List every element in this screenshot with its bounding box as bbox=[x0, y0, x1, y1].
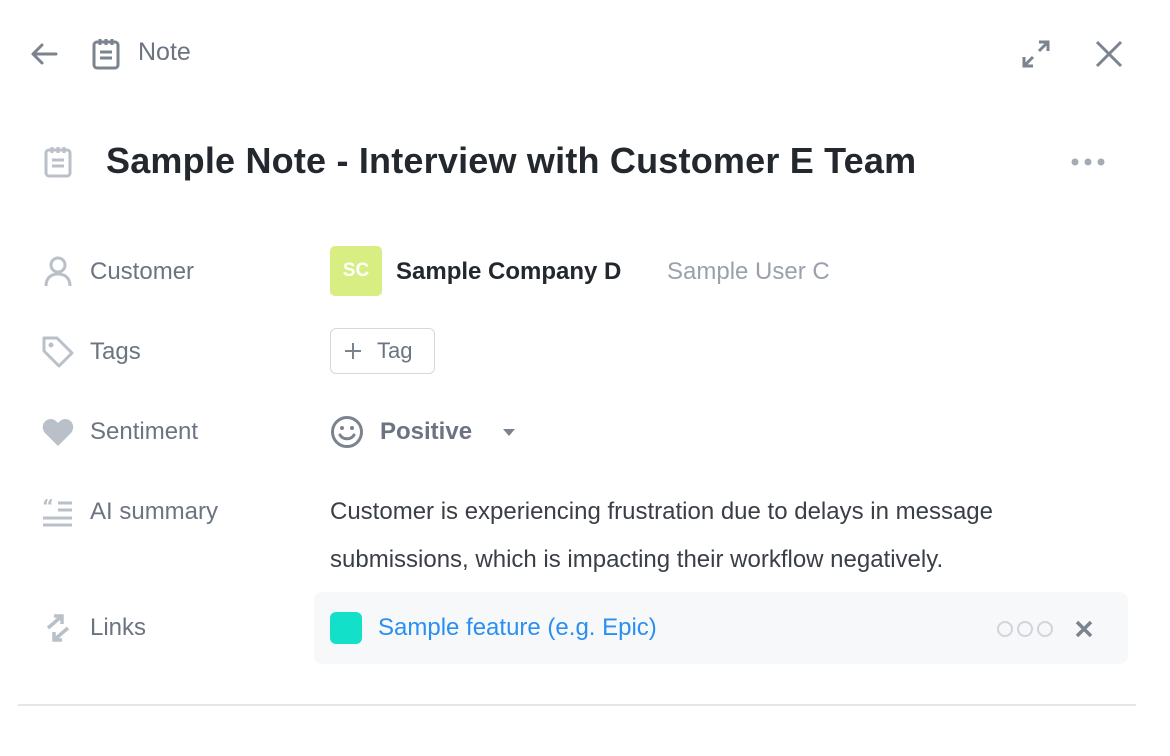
expand-icon[interactable] bbox=[1020, 38, 1052, 70]
sentiment-label: Sentiment bbox=[90, 418, 199, 445]
note-title-icon bbox=[44, 147, 72, 178]
more-options-icon[interactable] bbox=[1070, 155, 1106, 169]
heart-icon bbox=[42, 419, 74, 446]
back-arrow-icon[interactable] bbox=[28, 38, 60, 70]
customer-user[interactable]: Sample User C bbox=[667, 258, 830, 286]
feature-color-square bbox=[330, 612, 362, 644]
close-icon[interactable] bbox=[1094, 39, 1124, 69]
ai-summary-label: AI summary bbox=[90, 498, 219, 525]
smiley-icon bbox=[331, 416, 363, 448]
link-arrows-icon bbox=[46, 614, 70, 642]
person-icon bbox=[44, 256, 72, 287]
customer-company[interactable]: Sample Company D bbox=[396, 258, 621, 286]
note-icon bbox=[92, 39, 120, 70]
svg-text:“: “ bbox=[42, 496, 54, 517]
plus-icon bbox=[345, 343, 361, 359]
caret-down-icon bbox=[503, 429, 515, 436]
sentiment-dropdown[interactable]: Positive bbox=[330, 414, 530, 450]
customer-label: Customer bbox=[90, 258, 195, 285]
ai-summary-line-2: submissions, which is impacting their wo… bbox=[330, 546, 944, 573]
quote-lines-icon: “ bbox=[42, 496, 72, 527]
ai-summary-line-1: Customer is experiencing frustration due… bbox=[330, 498, 993, 525]
tags-label: Tags bbox=[90, 338, 141, 365]
links-label: Links bbox=[90, 614, 147, 641]
add-tag-label: Tag bbox=[377, 338, 413, 363]
page-title[interactable]: Sample Note - Interview with Customer E … bbox=[106, 140, 916, 182]
linked-feature-link[interactable]: Sample feature (e.g. Epic) bbox=[378, 614, 657, 642]
remove-link-icon[interactable] bbox=[1075, 620, 1093, 638]
avatar: SC bbox=[330, 246, 382, 296]
add-tag-button[interactable]: Tag bbox=[330, 328, 435, 374]
note-type-label: Note bbox=[138, 38, 191, 66]
progress-dots-icon bbox=[997, 621, 1053, 637]
divider bbox=[18, 704, 1136, 706]
sentiment-value: Positive bbox=[380, 418, 473, 445]
tag-icon bbox=[42, 336, 74, 368]
